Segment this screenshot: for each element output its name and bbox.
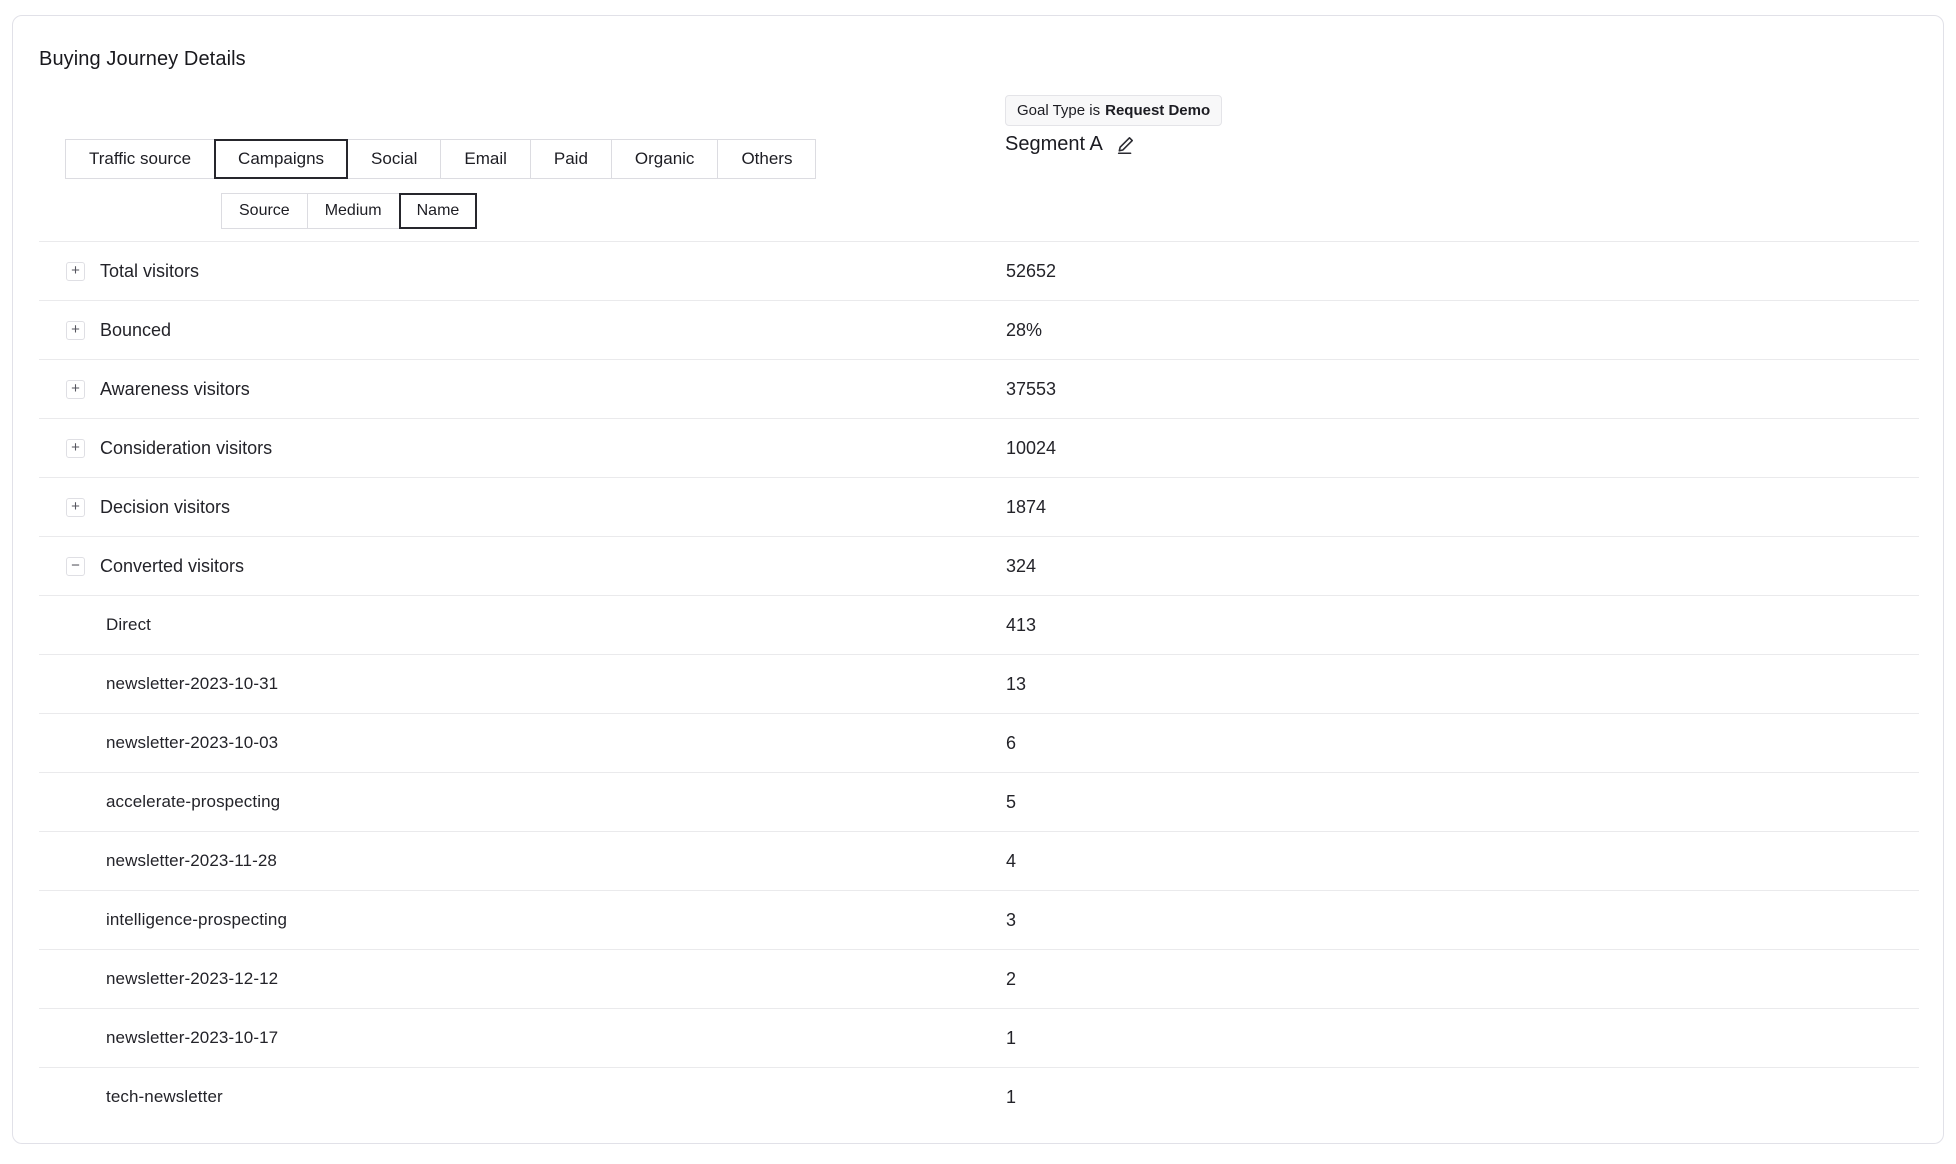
row-label: Converted visitors — [100, 556, 244, 577]
row-label: accelerate-prospecting — [106, 792, 280, 812]
expand-icon[interactable]: + — [66, 439, 85, 458]
table-row: + Awareness visitors 37553 — [39, 359, 1919, 418]
table-row: tech-newsletter 1 — [39, 1067, 1919, 1126]
subtab-name[interactable]: Name — [399, 193, 478, 229]
table-row: −Converted visitors 324 — [39, 536, 1919, 595]
goal-type-prefix: Goal Type is — [1017, 102, 1100, 119]
row-value: 37553 — [1006, 379, 1056, 400]
row-value: 1 — [1006, 1087, 1016, 1108]
row-label: Bounced — [100, 320, 171, 341]
row-label: newsletter-2023-10-31 — [106, 674, 278, 694]
tab-social[interactable]: Social — [347, 139, 441, 179]
tab-campaigns[interactable]: Campaigns — [214, 139, 348, 179]
row-label: newsletter-2023-10-03 — [106, 733, 278, 753]
row-value: 324 — [1006, 556, 1036, 577]
main-tabs: Traffic sourceCampaignsSocialEmailPaidOr… — [65, 139, 816, 179]
goal-type-value: Request Demo — [1105, 102, 1210, 119]
table-row: newsletter-2023-10-03 6 — [39, 713, 1919, 772]
row-label: Total visitors — [100, 261, 199, 282]
row-value: 10024 — [1006, 438, 1056, 459]
table-row: newsletter-2023-10-17 1 — [39, 1008, 1919, 1067]
row-label: newsletter-2023-12-12 — [106, 969, 278, 989]
row-label: newsletter-2023-10-17 — [106, 1028, 278, 1048]
row-value: 6 — [1006, 733, 1016, 754]
table-row: newsletter-2023-12-12 2 — [39, 949, 1919, 1008]
table-row: + Bounced 28% — [39, 300, 1919, 359]
tab-traffic-source[interactable]: Traffic source — [65, 139, 215, 179]
row-value: 5 — [1006, 792, 1016, 813]
tab-paid[interactable]: Paid — [530, 139, 612, 179]
row-value: 13 — [1006, 674, 1026, 695]
collapse-icon[interactable]: − — [66, 557, 85, 576]
buying-journey-panel: Buying Journey Details Goal Type is Requ… — [12, 15, 1944, 1144]
row-value: 413 — [1006, 615, 1036, 636]
table-row: newsletter-2023-11-28 4 — [39, 831, 1919, 890]
row-value: 1 — [1006, 1028, 1016, 1049]
expand-icon[interactable]: + — [66, 321, 85, 340]
row-value: 28% — [1006, 320, 1042, 341]
row-label: Awareness visitors — [100, 379, 250, 400]
expand-icon[interactable]: + — [66, 380, 85, 399]
sub-tabs: SourceMediumName — [221, 193, 477, 229]
table-row: intelligence-prospecting 3 — [39, 890, 1919, 949]
pencil-line-icon[interactable] — [1115, 134, 1137, 156]
goal-type-badge: Goal Type is Request Demo — [1005, 95, 1222, 126]
table-row: + Total visitors 52652 — [39, 241, 1919, 300]
row-value: 4 — [1006, 851, 1016, 872]
table-row: newsletter-2023-10-31 13 — [39, 654, 1919, 713]
tab-email[interactable]: Email — [440, 139, 531, 179]
row-value: 1874 — [1006, 497, 1046, 518]
table-row: + Consideration visitors 10024 — [39, 418, 1919, 477]
page-title: Buying Journey Details — [39, 48, 246, 71]
row-value: 2 — [1006, 969, 1016, 990]
subtab-source[interactable]: Source — [221, 193, 308, 229]
table-row: + Decision visitors 1874 — [39, 477, 1919, 536]
row-label: newsletter-2023-11-28 — [106, 851, 277, 871]
table-row: Direct 413 — [39, 595, 1919, 654]
row-label: intelligence-prospecting — [106, 910, 287, 930]
tab-organic[interactable]: Organic — [611, 139, 719, 179]
tab-others[interactable]: Others — [717, 139, 816, 179]
row-label: Decision visitors — [100, 497, 230, 518]
journey-table: + Total visitors 52652 + Bounced 28% + Awarenes… — [39, 241, 1919, 1126]
expand-icon[interactable]: + — [66, 262, 85, 281]
segment-row: Segment A — [1005, 132, 1137, 156]
row-value: 3 — [1006, 910, 1016, 931]
row-label: Direct — [106, 615, 151, 635]
table-row: accelerate-prospecting 5 — [39, 772, 1919, 831]
row-label: Consideration visitors — [100, 438, 272, 459]
expand-icon[interactable]: + — [66, 498, 85, 517]
subtab-medium[interactable]: Medium — [307, 193, 400, 229]
row-label: tech-newsletter — [106, 1087, 223, 1107]
row-value: 52652 — [1006, 261, 1056, 282]
segment-label: Segment A — [1005, 133, 1103, 156]
